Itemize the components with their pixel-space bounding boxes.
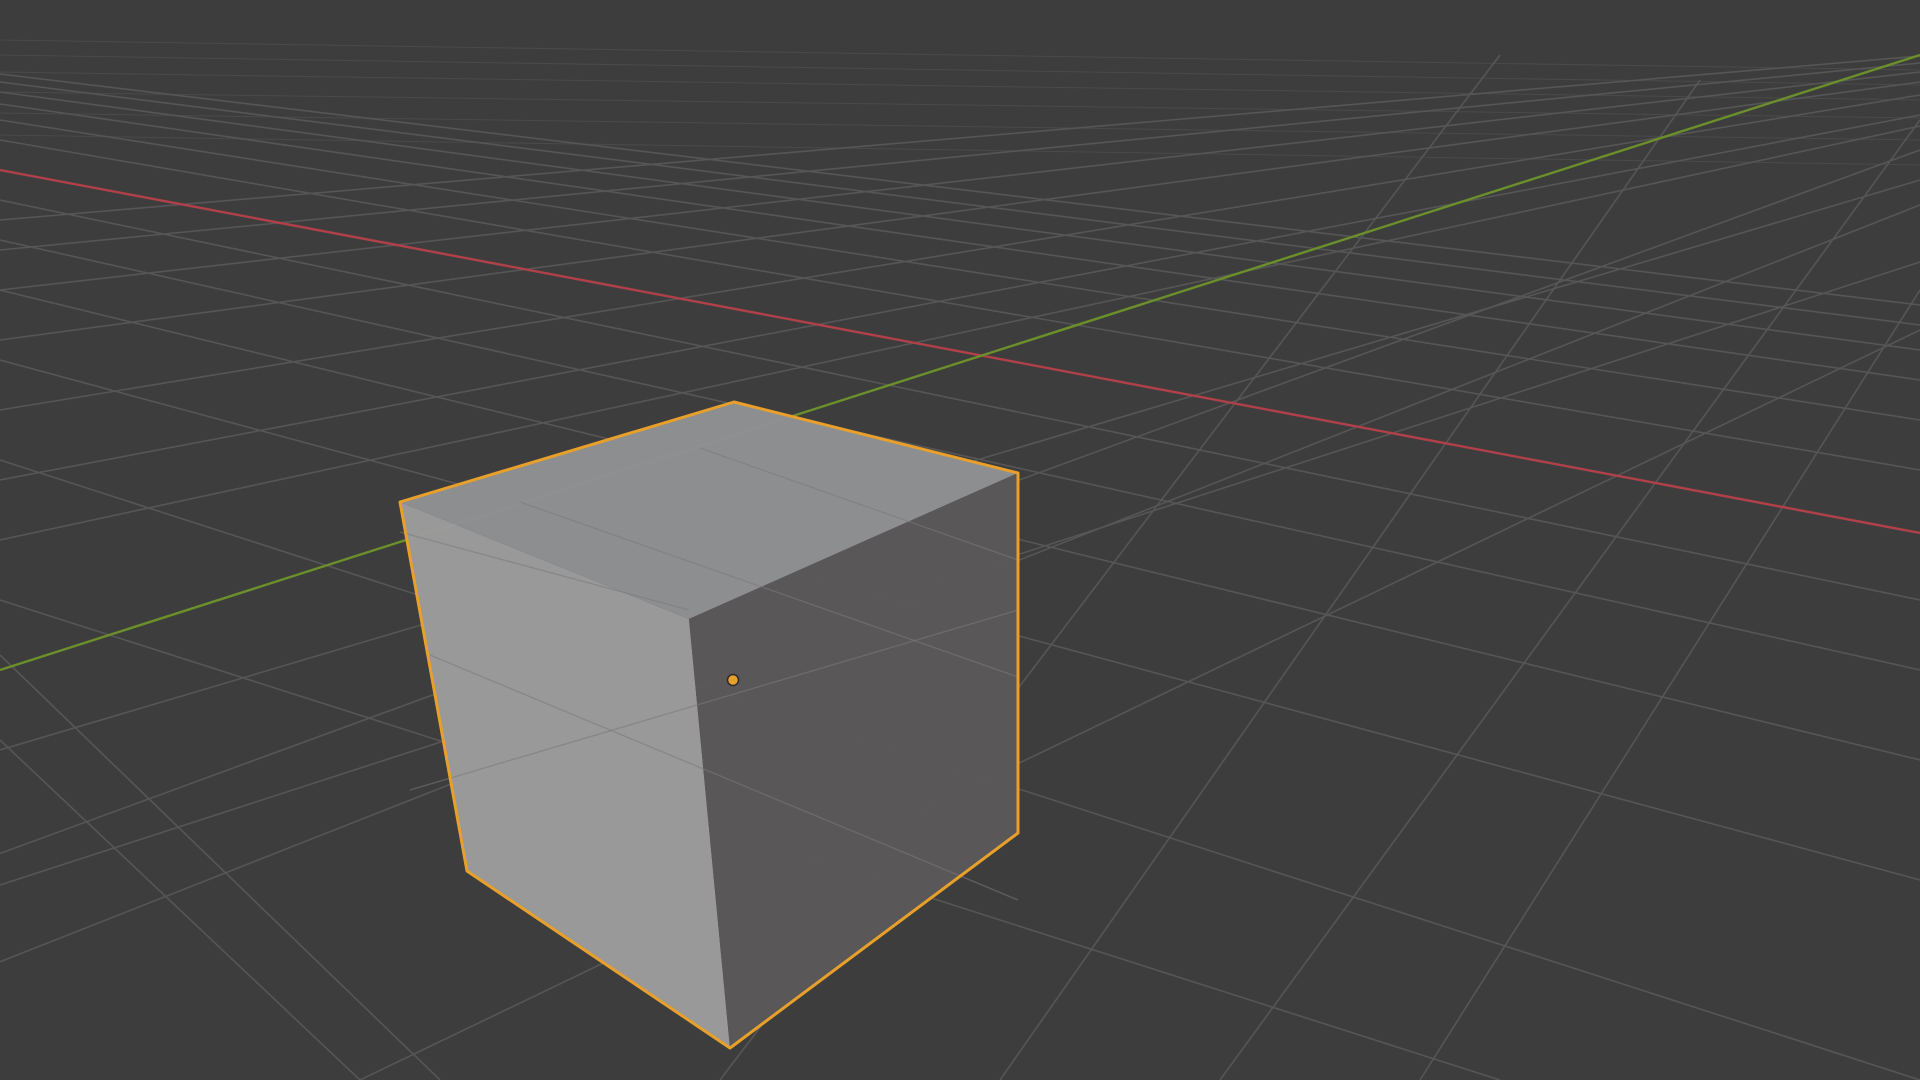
viewport-canvas[interactable] (0, 0, 1920, 1080)
selected-cube[interactable] (398, 400, 1020, 1050)
object-origin-marker[interactable] (726, 673, 740, 687)
3d-viewport[interactable] (0, 0, 1920, 1080)
